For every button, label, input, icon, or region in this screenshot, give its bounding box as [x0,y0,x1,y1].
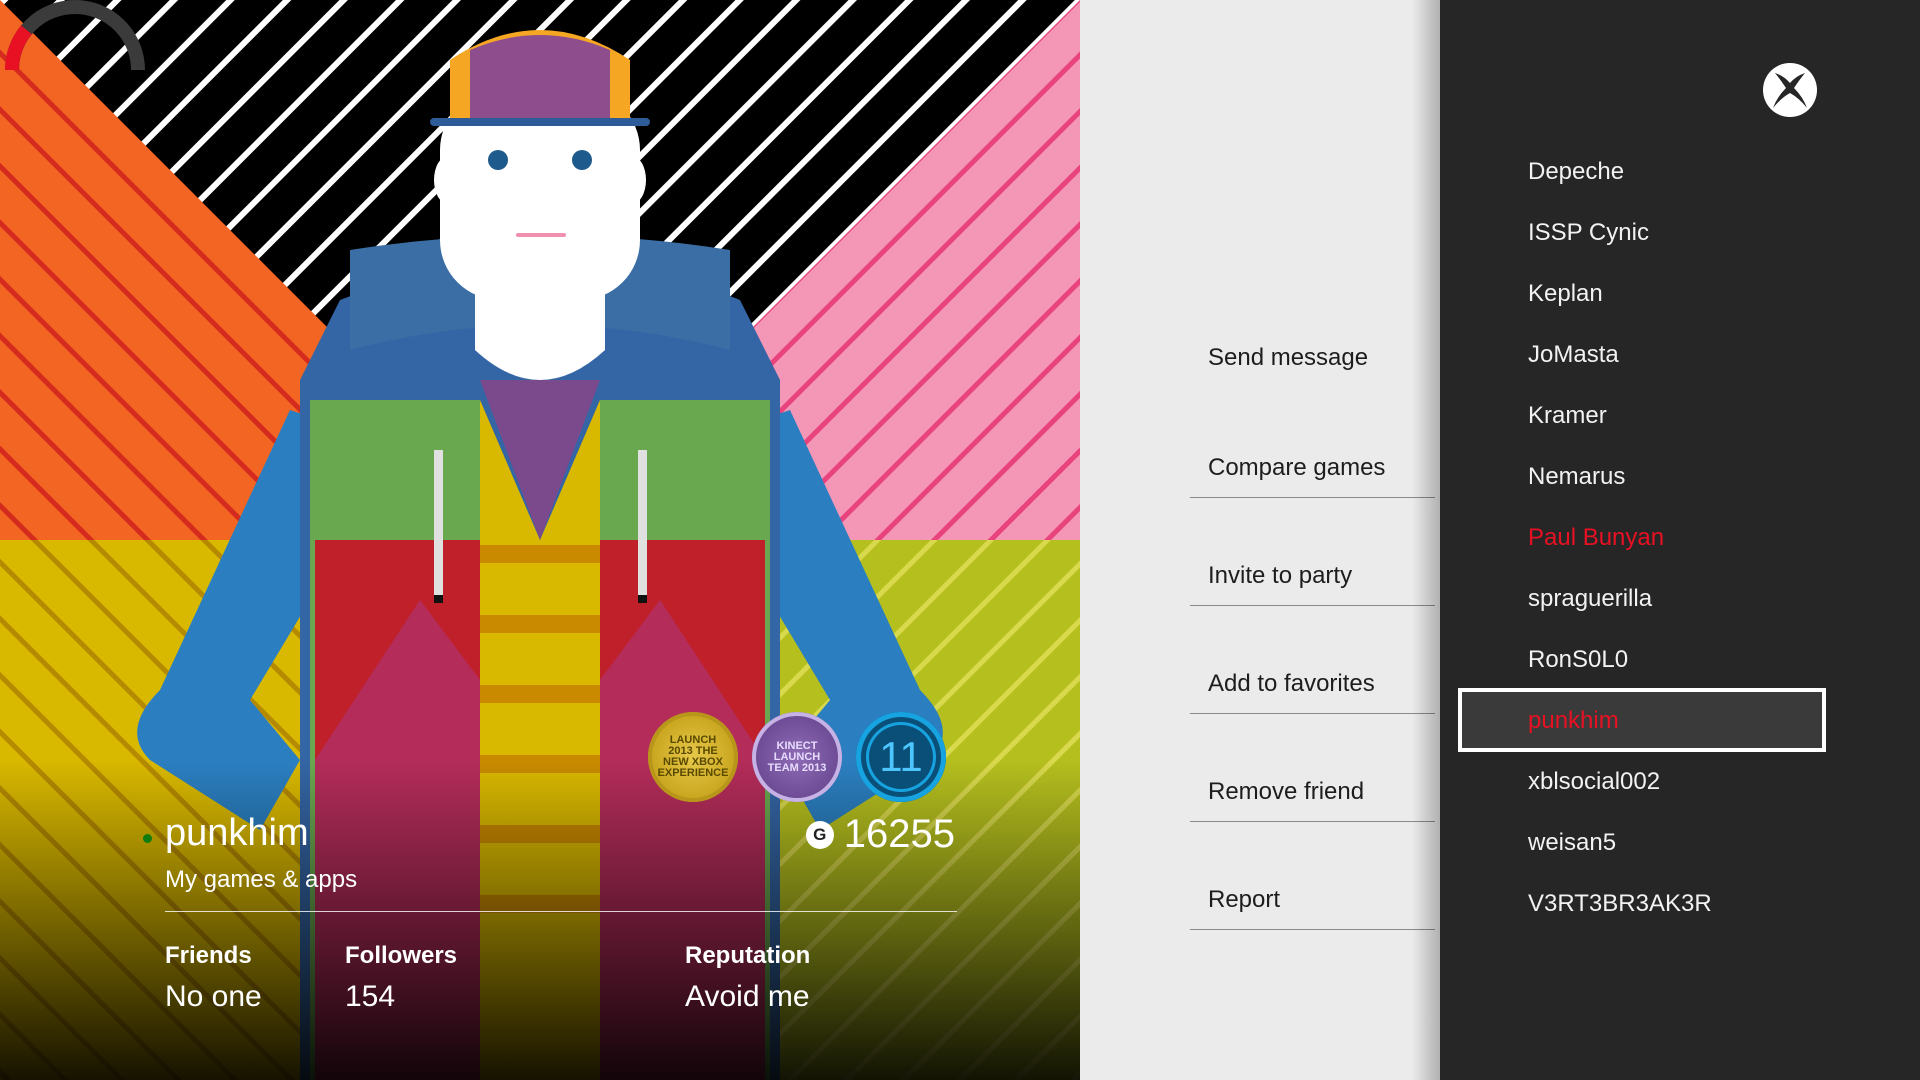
gamertag: punkhim [165,812,309,854]
profile-art: LAUNCH 2013 THE NEW XBOX EXPERIENCE KINE… [0,0,1080,1080]
friend-item[interactable]: Paul Bunyan [1528,518,1664,558]
gamerscore-icon: G [805,820,834,849]
friend-item-selected[interactable]: punkhim [1528,701,1619,741]
friends-label: Friends [165,942,252,969]
friend-item[interactable]: RonS0L0 [1528,640,1628,680]
reputation-gauge-fill [5,25,33,71]
friend-item[interactable]: xblsocial002 [1528,762,1660,802]
send-message-button[interactable]: Send message [1190,328,1435,388]
friend-item[interactable]: Kramer [1528,396,1607,436]
friend-item[interactable]: spraguerilla [1528,579,1652,619]
friend-actions-menu: Send message Compare games Invite to par… [1080,0,1440,1080]
add-to-favorites-button[interactable]: Add to favorites [1190,654,1435,714]
report-button[interactable]: Report [1190,870,1435,930]
xbox-logo-icon [1763,63,1817,117]
my-games-apps-link[interactable]: My games & apps [165,866,357,894]
friends-value: No one [165,980,262,1013]
friend-item[interactable]: Nemarus [1528,457,1625,497]
friend-item[interactable]: weisan5 [1528,823,1616,863]
reputation-label: Reputation [685,942,811,969]
invite-to-party-button[interactable]: Invite to party [1190,546,1435,606]
friends-list-panel: Depeche ISSP Cynic Keplan JoMasta Kramer Nema… [1440,0,1920,1080]
gamerscore: G 16255 [805,812,955,857]
remove-friend-button[interactable]: Remove friend [1190,762,1435,822]
friend-item[interactable]: ISSP Cynic [1528,213,1649,253]
friend-item[interactable]: V3RT3BR3AK3R [1528,884,1712,924]
friend-item[interactable]: Keplan [1528,274,1603,314]
gamerscore-value: 16255 [843,812,955,856]
compare-games-button[interactable]: Compare games [1190,438,1435,498]
selected-friend-highlight [1458,688,1826,752]
online-status-icon [143,834,152,843]
profile-divider [165,911,957,912]
friend-item[interactable]: Depeche [1528,152,1624,192]
reputation-value: Avoid me [685,980,810,1013]
friend-item[interactable]: JoMasta [1528,335,1619,375]
profile-info: punkhim My games & apps G 16255 Friends … [0,0,1080,1080]
followers-value: 154 [345,980,396,1013]
followers-label: Followers [345,942,458,969]
reputation-gauge-icon [5,0,145,71]
